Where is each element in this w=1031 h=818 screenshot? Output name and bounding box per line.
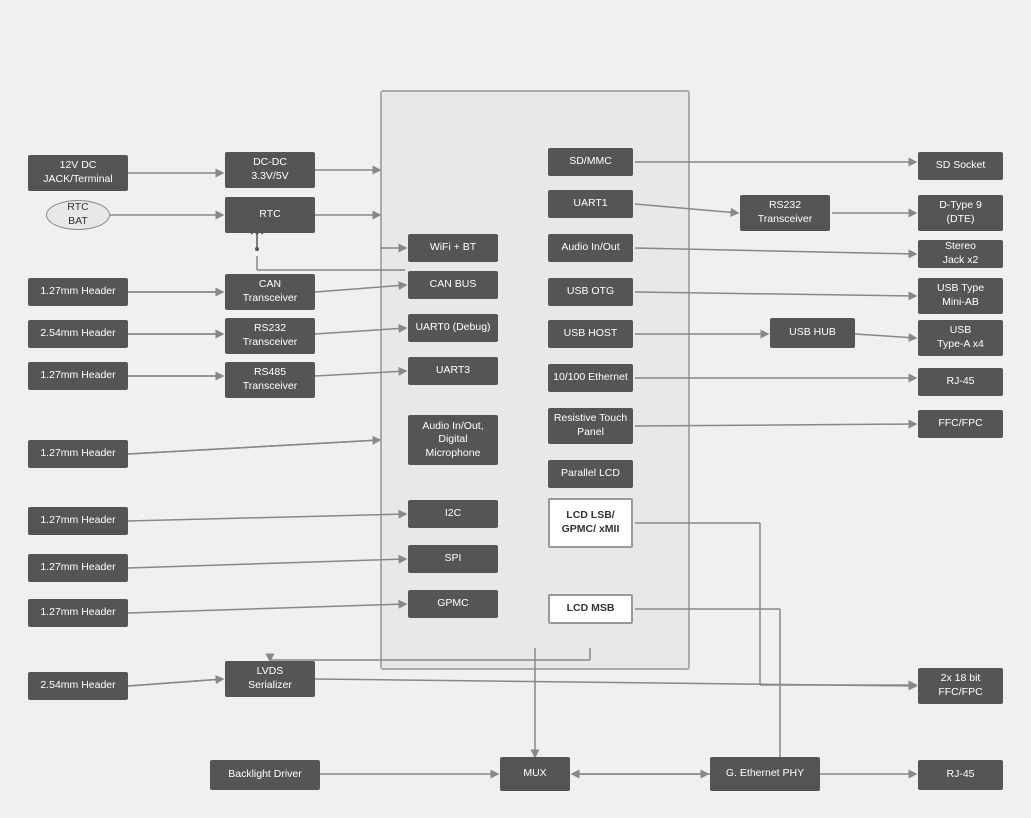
lvds: LVDSSerializer: [225, 661, 315, 697]
eth: 10/100 Ethernet: [548, 364, 633, 392]
usb_hub: USB HUB: [770, 318, 855, 348]
rs485_tr: RS485Transceiver: [225, 362, 315, 398]
lcd_msb: LCD MSB: [548, 594, 633, 624]
wifi_bt: WiFi + BT: [408, 234, 498, 262]
ffc_fpc_2x: 2x 18 bitFFC/FPC: [918, 668, 1003, 704]
ffc_fpc_1: FFC/FPC: [918, 410, 1003, 438]
header2: 2.54mm Header: [28, 320, 128, 348]
spi: SPI: [408, 545, 498, 573]
rj45_1: RJ-45: [918, 368, 1003, 396]
g_eth_phy: G. Ethernet PHY: [710, 757, 820, 791]
dcdc: DC-DC3.3V/5V: [225, 152, 315, 188]
uart1: UART1: [548, 190, 633, 218]
stereo_jack: StereoJack x2: [918, 240, 1003, 268]
header7: 1.27mm Header: [28, 599, 128, 627]
header1: 1.27mm Header: [28, 278, 128, 306]
som-title: [382, 92, 688, 106]
header5: 1.27mm Header: [28, 507, 128, 535]
usb_otg: USB OTG: [548, 278, 633, 306]
uart0: UART0 (Debug): [408, 314, 498, 342]
backlight: Backlight Driver: [210, 760, 320, 790]
rtc: RTC: [225, 197, 315, 233]
gpmc: GPMC: [408, 590, 498, 618]
rtc_bat: RTCBAT: [46, 200, 110, 230]
sd_socket: SD Socket: [918, 152, 1003, 180]
usb_host: USB HOST: [548, 320, 633, 348]
12v: 12V DCJACK/Terminal: [28, 155, 128, 191]
rs232_tr2: RS232Transceiver: [740, 195, 830, 231]
i2c: I2C: [408, 500, 498, 528]
mux: MUX: [500, 757, 570, 791]
can_tr: CANTransceiver: [225, 274, 315, 310]
uart3: UART3: [408, 357, 498, 385]
header3: 1.27mm Header: [28, 362, 128, 390]
usb_miniab: USB TypeMini-AB: [918, 278, 1003, 314]
audio_mic: Audio In/Out,DigitalMicrophone: [408, 415, 498, 465]
usb_typea: USBType-A x4: [918, 320, 1003, 356]
can_bus: CAN BUS: [408, 271, 498, 299]
parallel_lcd: Parallel LCD: [548, 460, 633, 488]
dtype9: D-Type 9(DTE): [918, 195, 1003, 231]
lcd_lsb: LCD LSB/GPMC/ xMII: [548, 498, 633, 548]
audio_io: Audio In/Out: [548, 234, 633, 262]
header6: 1.27mm Header: [28, 554, 128, 582]
rs232_tr: RS232Transceiver: [225, 318, 315, 354]
res_touch: Resistive TouchPanel: [548, 408, 633, 444]
rj45_2: RJ-45: [918, 760, 1003, 790]
header8: 2.54mm Header: [28, 672, 128, 700]
sdmmc: SD/MMC: [548, 148, 633, 176]
header4: 1.27mm Header: [28, 440, 128, 468]
